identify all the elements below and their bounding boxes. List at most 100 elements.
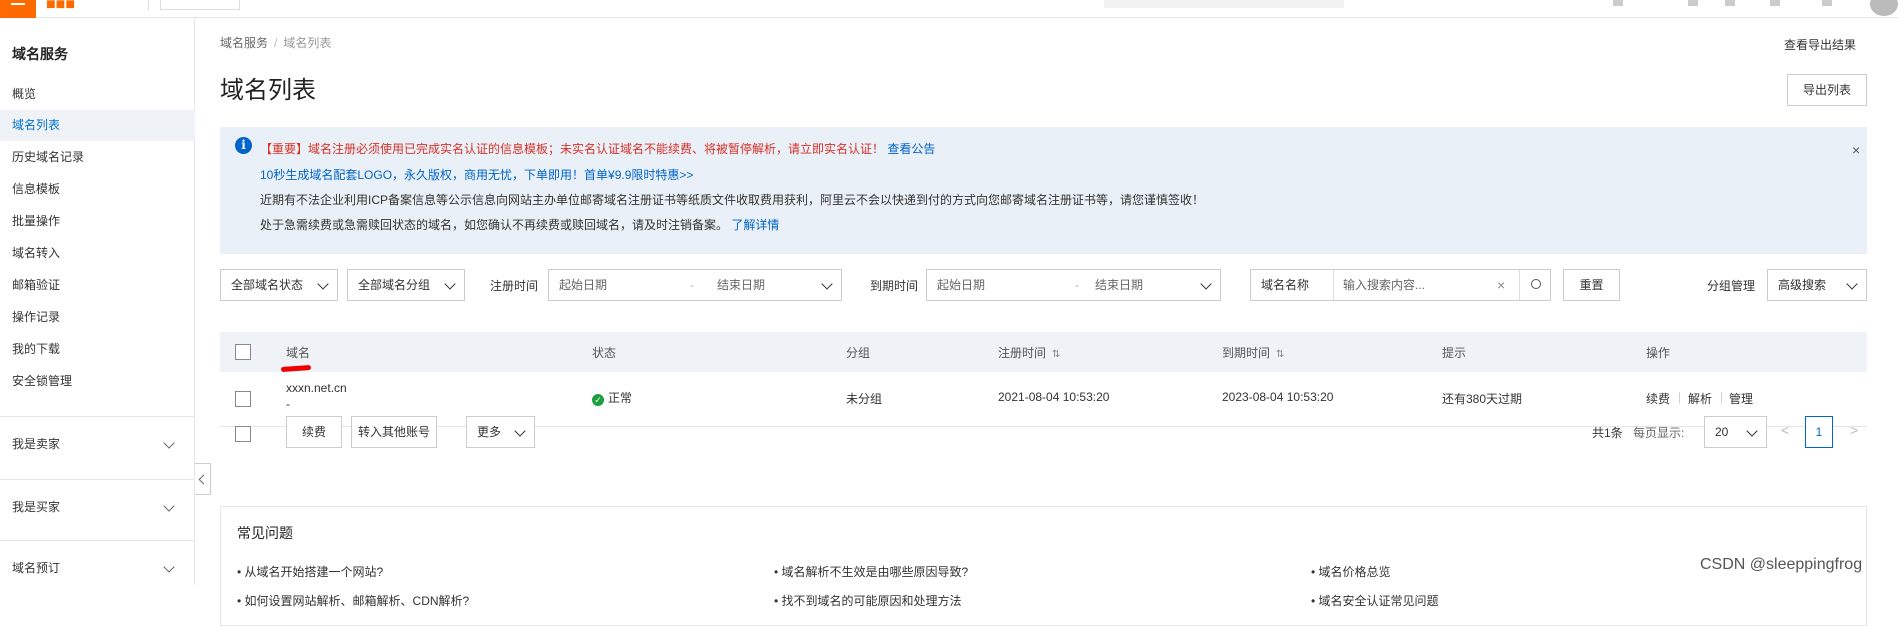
sidebar-item-email-verify[interactable]: 邮箱验证 — [0, 270, 195, 301]
notice-announcement-link[interactable]: 查看公告 — [887, 142, 935, 156]
row-checkbox[interactable] — [235, 391, 251, 407]
group-filter-value: 全部域名分组 — [358, 278, 431, 292]
bulk-renew-button[interactable]: 续费 — [286, 416, 342, 448]
exp-time-cell: 2023-08-04 10:53:20 — [1222, 390, 1334, 404]
chevron-down-icon — [514, 425, 526, 437]
chevron-down-icon — [317, 278, 329, 290]
group-cell: 未分组 — [846, 392, 883, 406]
chevron-right-icon[interactable]: > — [1850, 422, 1858, 438]
export-list-button[interactable]: 导出列表 — [1787, 74, 1867, 106]
clear-icon[interactable]: × — [1497, 270, 1505, 300]
exp-start-date[interactable]: 起始日期 — [937, 278, 985, 292]
faq-item-link[interactable]: • 域名安全认证常见问题 — [1311, 592, 1439, 609]
breadcrumb-current: 域名列表 — [283, 36, 332, 50]
chevron-down-icon — [163, 561, 175, 573]
sidebar-item-security-lock[interactable]: 安全锁管理 — [0, 366, 195, 397]
chevron-down-icon — [1746, 425, 1758, 437]
search-divider — [1519, 270, 1520, 300]
page-button-current[interactable]: 1 — [1805, 416, 1833, 448]
sidebar-group-reservation[interactable]: 域名预订 — [0, 548, 195, 588]
exp-end-date[interactable]: 结束日期 — [1095, 270, 1143, 300]
sidebar-group-label: 我是买家 — [12, 500, 61, 514]
sidebar-item-domain-list[interactable]: 域名列表 — [0, 110, 195, 141]
sidebar-item-batch[interactable]: 批量操作 — [0, 206, 195, 237]
more-actions-select[interactable]: 更多 — [466, 416, 535, 448]
chevron-down-icon — [163, 500, 175, 512]
global-search[interactable] — [1104, 0, 1344, 8]
status-text: 正常 — [608, 391, 633, 405]
advanced-search-select[interactable]: 高级搜索 — [1767, 269, 1867, 301]
bulk-select-checkbox[interactable] — [235, 426, 251, 442]
avatar[interactable] — [1870, 0, 1898, 16]
sidebar-item-templates[interactable]: 信息模板 — [0, 174, 195, 205]
menu-icon[interactable] — [0, 0, 36, 18]
faq-item-link[interactable]: • 找不到域名的可能原因和处理方法 — [774, 592, 962, 609]
reg-time-label: 注册时间 — [490, 279, 539, 293]
notice-important-text: 【重要】域名注册必须使用已完成实名认证的信息模板；未实名认证域名不能续费、将被暂… — [260, 142, 885, 156]
sidebar-group-buyer[interactable]: 我是买家 — [0, 487, 195, 527]
search-input[interactable]: 输入搜索内容... — [1343, 270, 1425, 300]
more-actions-label: 更多 — [477, 425, 502, 439]
topbar-icon[interactable] — [1822, 0, 1832, 6]
sidebar-item-overview[interactable]: 概览 — [0, 79, 195, 110]
breadcrumb: 域名服务 / 域名列表 — [220, 34, 331, 51]
page-title: 域名列表 — [220, 77, 316, 104]
notice-promo-link[interactable]: 10秒生成域名配套LOGO，永久版权，商用无忧，下单即用！首单¥9.9限时特惠>… — [260, 166, 693, 183]
manage-action-link[interactable]: 管理 — [1729, 390, 1753, 407]
search-icon[interactable] — [1531, 279, 1541, 289]
main-content: 域名服务 / 域名列表 查看导出结果 域名列表 导出列表 i 【重要】域名注册必须使… — [196, 18, 1898, 626]
col-hint: 提示 — [1442, 346, 1467, 360]
sidebar-item-transfer-in[interactable]: 域名转入 — [0, 238, 195, 269]
sidebar-item-downloads[interactable]: 我的下载 — [0, 334, 195, 365]
workspace-switcher[interactable] — [160, 0, 240, 10]
exp-date-range[interactable]: 起始日期 - 结束日期 — [926, 269, 1221, 301]
close-icon[interactable]: × — [1852, 142, 1860, 158]
per-page-select[interactable]: 20 — [1704, 416, 1767, 448]
reg-end-date[interactable]: 结束日期 — [717, 270, 765, 300]
sidebar-item-history[interactable]: 历史域名记录 — [0, 142, 195, 173]
faq-item-link[interactable]: • 从域名开始搭建一个网站? — [237, 563, 383, 580]
view-export-results-link[interactable]: 查看导出结果 — [1784, 36, 1856, 53]
topbar-icon[interactable] — [1613, 0, 1623, 6]
sidebar-divider — [0, 540, 195, 541]
status-badge: ✓ 正常 — [592, 389, 632, 406]
notice-details-link[interactable]: 了解详情 — [731, 218, 779, 232]
search-field-select[interactable]: 域名名称 — [1261, 270, 1309, 300]
group-filter-select[interactable]: 全部域名分组 — [347, 269, 465, 301]
topbar-icon[interactable] — [1725, 0, 1735, 6]
dns-action-link[interactable]: 解析 — [1688, 390, 1712, 407]
reg-start-date[interactable]: 起始日期 — [559, 278, 607, 292]
breadcrumb-separator: / — [274, 36, 278, 50]
faq-item-link[interactable]: • 域名解析不生效是由哪些原因导致? — [774, 563, 968, 580]
sidebar-item-operation-log[interactable]: 操作记录 — [0, 302, 195, 333]
status-ok-icon: ✓ — [592, 394, 604, 406]
status-filter-select[interactable]: 全部域名状态 — [220, 269, 338, 301]
breadcrumb-root[interactable]: 域名服务 — [220, 36, 268, 50]
col-exp-time-label: 到期时间 — [1222, 346, 1271, 360]
col-exp-time[interactable]: 到期时间 ⇅ — [1222, 344, 1284, 361]
reset-button[interactable]: 重置 — [1563, 269, 1620, 301]
sidebar-group-label: 域名预订 — [12, 561, 61, 575]
faq-title: 常见问题 — [237, 525, 293, 541]
faq-item-link[interactable]: • 如何设置网站解析、邮箱解析、CDN解析? — [237, 592, 469, 609]
topbar-icon[interactable] — [1688, 0, 1698, 6]
notice-banner: i 【重要】域名注册必须使用已完成实名认证的信息模板；未实名认证域名不能续费、将… — [220, 127, 1867, 254]
domain-link[interactable]: xxxn.net.cn — [286, 381, 347, 395]
col-reg-time[interactable]: 注册时间 ⇅ — [998, 344, 1060, 361]
brand-logo[interactable]: ■■■ — [46, 0, 75, 14]
topbar-icon[interactable] — [1770, 0, 1780, 6]
group-manage-link[interactable]: 分组管理 — [1707, 277, 1755, 294]
chevron-down-icon — [163, 437, 175, 449]
sort-icon[interactable]: ⇅ — [1052, 349, 1060, 360]
sidebar-divider — [0, 416, 195, 417]
reg-date-range[interactable]: 起始日期 - 结束日期 — [548, 269, 842, 301]
renew-action-link[interactable]: 续费 — [1646, 390, 1670, 407]
transfer-account-button[interactable]: 转入其他账号 — [351, 416, 437, 448]
sidebar-group-seller[interactable]: 我是卖家 — [0, 424, 195, 464]
chevron-left-icon[interactable]: < — [1781, 422, 1789, 438]
date-range-separator: - — [690, 278, 694, 292]
notice-line-warning: 近期有不法企业利用ICP备案信息等公示信息向网站主办单位邮寄域名注册证书等纸质文… — [260, 193, 1205, 207]
sort-icon[interactable]: ⇅ — [1276, 349, 1284, 360]
select-all-checkbox[interactable] — [235, 344, 251, 360]
faq-item-link[interactable]: • 域名价格总览 — [1311, 563, 1391, 580]
